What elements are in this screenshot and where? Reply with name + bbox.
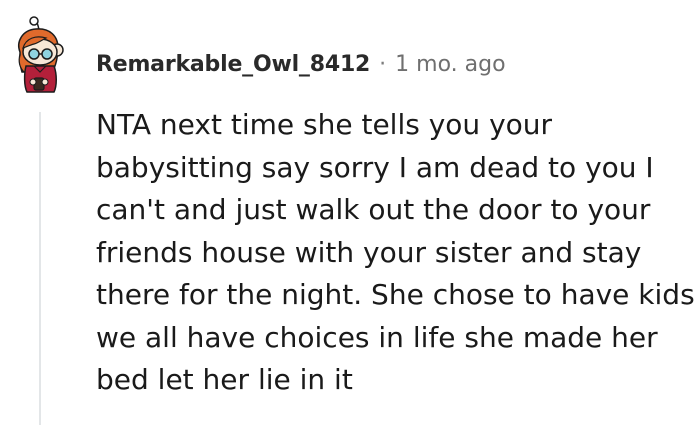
user-avatar[interactable]: [12, 16, 70, 94]
comment-body-line: friends house with your sister and stay: [96, 235, 642, 269]
comment-body-line: NTA next time she tells you your: [96, 108, 553, 141]
snoo-avatar-icon: [18, 16, 64, 93]
comment-body-line: babysitting say sorry I am dead to you I: [96, 150, 654, 184]
comment-body-line: there for the night. She chose to have k…: [96, 278, 695, 311]
comment-body: NTA next time she tells you your babysit…: [96, 104, 695, 402]
comment: Remarkable_Owl_8412 · 1 mo. ago NTA next…: [0, 0, 700, 425]
separator-dot: ·: [379, 51, 387, 77]
thread-collapse-line[interactable]: [39, 112, 41, 425]
timestamp-link[interactable]: 1 mo. ago: [395, 52, 505, 77]
username-link[interactable]: Remarkable_Owl_8412: [96, 52, 370, 77]
comment-body-line: bed let her lie in it: [96, 363, 353, 396]
comment-body-line: can't and just walk out the door to your: [96, 193, 651, 226]
comment-header: Remarkable_Owl_8412 · 1 mo. ago: [96, 46, 506, 82]
comment-body-line: we all have choices in life she made her: [96, 320, 658, 354]
